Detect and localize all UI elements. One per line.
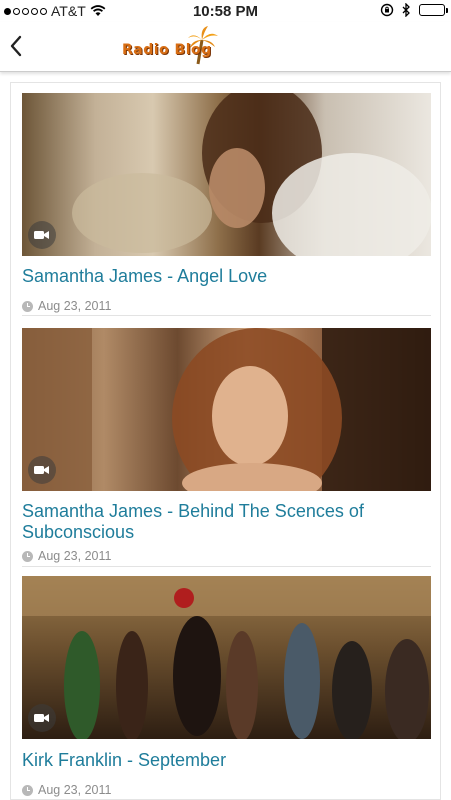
video-thumbnail[interactable] (22, 93, 431, 256)
post-date-text: Aug 23, 2011 (38, 549, 112, 563)
video-badge (28, 221, 56, 249)
post-date: Aug 23, 2011 (22, 299, 431, 313)
bluetooth-icon (402, 3, 410, 17)
clock-icon (22, 300, 33, 312)
battery-icon (419, 4, 448, 16)
video-camera-icon (34, 231, 49, 239)
video-camera-icon (34, 714, 49, 722)
video-camera-icon (34, 466, 49, 474)
video-title-link[interactable]: Samantha James - Behind The Scences of S… (22, 501, 431, 543)
thumbnail-art (72, 93, 431, 256)
status-bar: AT&T 10:58 PM (0, 0, 451, 22)
app-logo: Radio Blog (118, 26, 222, 66)
back-button[interactable] (6, 32, 30, 62)
thumbnail-art (22, 576, 431, 739)
list-item[interactable]: Kirk Franklin - September Aug 23, 2011 (22, 576, 431, 797)
logo-wordmark: Radio Blog (122, 42, 212, 58)
nav-bar: Radio Blog (0, 22, 451, 72)
post-date-text: Aug 23, 2011 (38, 299, 112, 313)
list-item[interactable]: Samantha James - Behind The Scences of S… (22, 328, 431, 567)
video-thumbnail[interactable] (22, 576, 431, 739)
video-feed: Samantha James - Angel Love Aug 23, 2011 (10, 82, 441, 800)
video-thumbnail[interactable] (22, 328, 431, 491)
orientation-lock-icon (380, 3, 394, 17)
post-date: Aug 23, 2011 (22, 783, 431, 797)
video-title-link[interactable]: Kirk Franklin - September (22, 750, 431, 771)
thumbnail-art (22, 328, 431, 491)
clock-icon (22, 550, 33, 562)
chevron-left-icon (10, 35, 22, 57)
video-badge (28, 704, 56, 732)
video-title-link[interactable]: Samantha James - Angel Love (22, 266, 431, 287)
divider (22, 315, 431, 316)
video-badge (28, 456, 56, 484)
clock-icon (22, 784, 33, 796)
list-item[interactable]: Samantha James - Angel Love Aug 23, 2011 (22, 93, 431, 316)
post-date-text: Aug 23, 2011 (38, 783, 112, 797)
post-date: Aug 23, 2011 (22, 549, 431, 563)
divider (22, 566, 431, 567)
